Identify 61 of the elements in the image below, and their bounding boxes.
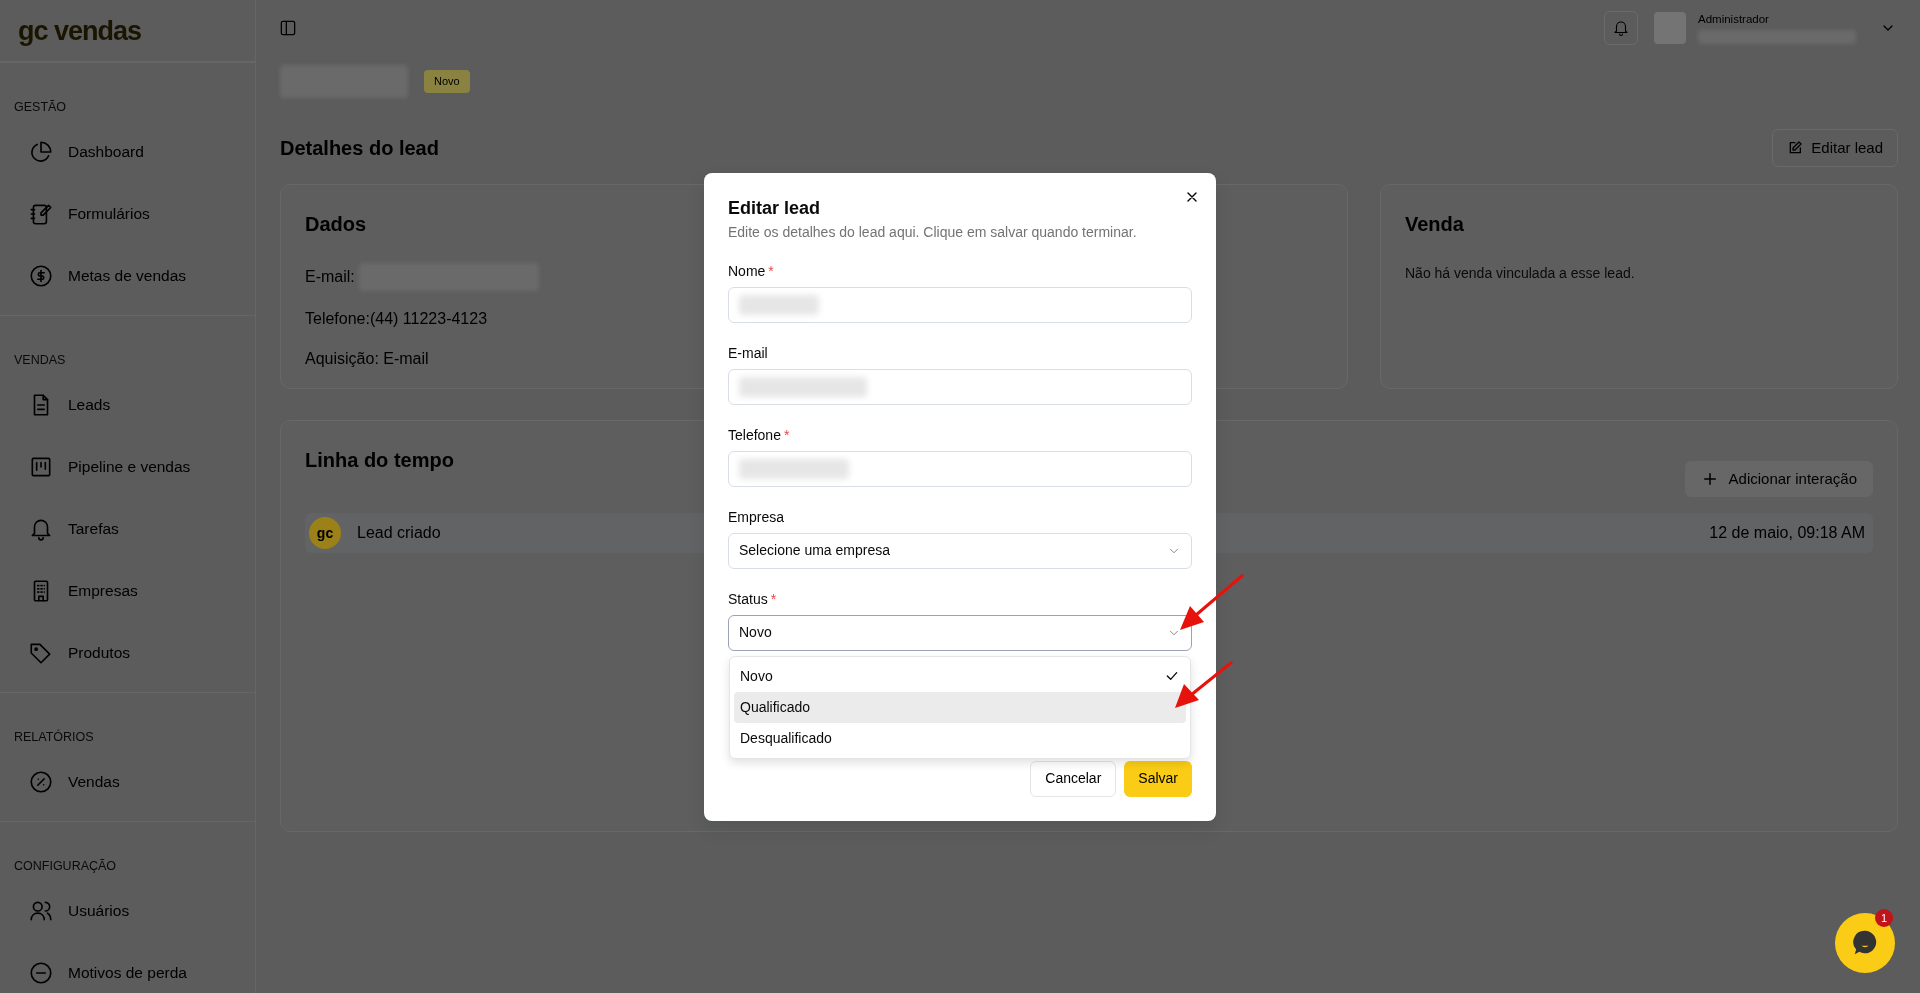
notification-button[interactable] bbox=[1604, 10, 1638, 45]
logo: gc vendas bbox=[0, 0, 255, 62]
dollar-circle-icon bbox=[28, 263, 54, 289]
field-label: Telefone * bbox=[728, 425, 790, 445]
detail-text: Telefone:(44) 11223-4123 bbox=[305, 309, 488, 329]
event-time: 12 de maio, 09:18 AM bbox=[1709, 523, 1865, 543]
sidebar-item[interactable]: Leads bbox=[14, 374, 241, 436]
sidebar-item[interactable]: Pipeline e vendas bbox=[14, 436, 241, 498]
annotation-arrow bbox=[1180, 573, 1244, 630]
edit-icon bbox=[1787, 140, 1804, 156]
input-field[interactable] bbox=[728, 368, 1192, 405]
save-button[interactable]: Salvar bbox=[1124, 760, 1192, 797]
select-field[interactable]: Selecione uma empresa bbox=[728, 532, 1192, 569]
card-title: Venda bbox=[1405, 212, 1464, 237]
field-label: Nome * bbox=[728, 261, 774, 281]
cancel-button[interactable]: Cancelar bbox=[1030, 760, 1117, 797]
empty-text: Não há venda vinculada a esse lead. bbox=[1405, 264, 1635, 283]
sidebar-item[interactable]: Formulários bbox=[14, 183, 241, 245]
sidebar-item[interactable]: Produtos bbox=[14, 622, 241, 684]
avatar: gc bbox=[309, 517, 341, 549]
dialog-description: Edite os detalhes do lead aqui. Clique em salvar quando terminar. bbox=[728, 222, 1138, 241]
field-label: Status * bbox=[728, 589, 777, 609]
chat-button[interactable] bbox=[1835, 913, 1895, 973]
sidebar-item[interactable]: Tarefas bbox=[14, 498, 241, 560]
section-title: RELATÓRIOS bbox=[14, 729, 95, 745]
pie-chart-icon bbox=[28, 139, 54, 165]
detail-text: Aquisição: E-mail bbox=[305, 349, 429, 369]
card-title: Linha do tempo bbox=[305, 448, 454, 473]
section-title: GESTÃO bbox=[14, 99, 68, 115]
dropdown-option[interactable]: Desqualificado bbox=[734, 722, 1186, 754]
input-field[interactable] bbox=[728, 450, 1192, 487]
notebook-pen-icon bbox=[28, 201, 54, 227]
annotation-arrow bbox=[1175, 660, 1233, 708]
add-interaction-button[interactable]: Adicionar interação bbox=[1684, 461, 1873, 497]
minus-circle-icon bbox=[28, 960, 54, 986]
bell-icon bbox=[1612, 18, 1630, 37]
dropdown-option[interactable]: Novo bbox=[734, 660, 1186, 692]
percent-circle-icon bbox=[28, 769, 54, 795]
edit-button[interactable]: Editar lead bbox=[1772, 129, 1898, 167]
sidebar-item[interactable]: Dashboard bbox=[14, 121, 241, 183]
input-field[interactable] bbox=[728, 286, 1192, 323]
field-label: Empresa bbox=[728, 507, 785, 527]
card-title: Dados bbox=[305, 212, 367, 237]
sidebar-item[interactable]: Usuários bbox=[14, 880, 241, 942]
sidebar-item[interactable]: Motivos de perda bbox=[14, 942, 241, 993]
chat-bubble-icon bbox=[1851, 929, 1879, 957]
section-title: CONFIGURAÇÃO bbox=[14, 858, 118, 874]
notification-badge: 1 bbox=[1875, 909, 1893, 927]
avatar bbox=[1654, 11, 1686, 44]
sidebar-item[interactable]: Metas de vendas bbox=[14, 245, 241, 307]
status-badge: Novo bbox=[424, 70, 470, 93]
dialog-title: Editar lead bbox=[728, 196, 822, 219]
field-label: E-mail: bbox=[305, 267, 355, 287]
dropdown-option[interactable]: Qualificado bbox=[734, 691, 1186, 723]
user-role: Administrador bbox=[1698, 11, 1770, 26]
field-label: E-mail bbox=[728, 343, 768, 363]
sidebar-item[interactable]: Vendas bbox=[14, 751, 241, 813]
sidebar-item[interactable]: Empresas bbox=[14, 560, 241, 622]
section-title: VENDAS bbox=[14, 352, 67, 368]
event-text: Lead criado bbox=[357, 523, 441, 543]
section-title: Detalhes do lead bbox=[280, 136, 439, 161]
